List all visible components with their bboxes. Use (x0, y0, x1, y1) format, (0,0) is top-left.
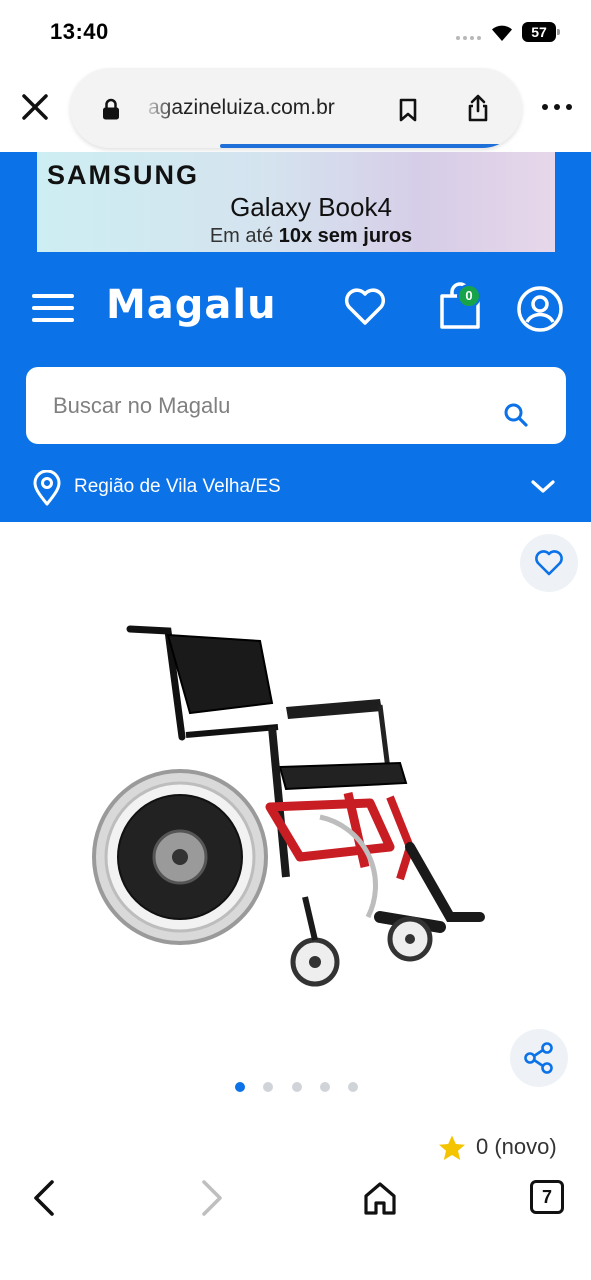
pagination-dot[interactable] (348, 1082, 358, 1092)
location-selector[interactable]: Região de Vila Velha/ES (0, 464, 591, 520)
search-icon[interactable] (503, 402, 529, 428)
share-icon[interactable] (466, 94, 490, 122)
favorite-button[interactable] (520, 534, 578, 592)
location-text: Região de Vila Velha/ES (74, 476, 281, 497)
status-bar: 13:40 57 (0, 0, 591, 66)
share-button[interactable] (510, 1029, 568, 1087)
magalu-logo[interactable]: Magalu (106, 282, 277, 328)
search-input[interactable] (53, 367, 483, 444)
browser-bottom-nav: 7 (0, 1162, 591, 1280)
browser-toolbar: agazineluiza.com.br (0, 66, 591, 152)
ad-area: SAMSUNG Galaxy Book4 Em até 10x sem juro… (0, 152, 591, 254)
star-icon (439, 1135, 465, 1160)
forward-icon[interactable] (196, 1178, 226, 1218)
bookmark-icon[interactable] (398, 98, 418, 122)
cellular-signal-icon (456, 36, 484, 42)
ad-banner[interactable]: SAMSUNG Galaxy Book4 Em até 10x sem juro… (37, 152, 555, 252)
share-icon (524, 1042, 553, 1074)
address-bar[interactable]: agazineluiza.com.br (70, 68, 522, 148)
pagination-dot[interactable] (320, 1082, 330, 1092)
back-icon[interactable] (30, 1178, 60, 1218)
rating-text: 0 (novo) (476, 1134, 557, 1159)
lock-icon (103, 98, 119, 120)
ad-tagline-prefix: Em até (209, 225, 279, 247)
ad-product: Galaxy Book4 (230, 192, 392, 222)
close-icon[interactable] (18, 90, 52, 124)
battery-level: 57 (522, 22, 556, 42)
ad-tagline: Em até 10x sem juros (37, 225, 555, 248)
heart-icon (535, 550, 563, 576)
battery-icon: 57 (522, 22, 560, 42)
ad-tagline-bold: 10x sem juros (278, 225, 413, 247)
location-pin-icon (33, 470, 61, 506)
image-pagination (230, 1082, 370, 1096)
heart-icon[interactable] (341, 282, 389, 330)
search-box[interactable] (26, 367, 566, 444)
product-image[interactable] (90, 617, 500, 1007)
pagination-dot-active[interactable] (235, 1082, 245, 1092)
home-icon[interactable] (362, 1180, 398, 1216)
more-icon[interactable] (540, 100, 574, 114)
pagination-dot[interactable] (292, 1082, 302, 1092)
tabs-icon[interactable]: 7 (530, 1180, 564, 1214)
menu-icon[interactable] (32, 292, 76, 324)
url-text[interactable]: agazineluiza.com.br (148, 96, 438, 122)
cart-count-badge: 0 (457, 284, 481, 308)
ad-brand: SAMSUNG (47, 160, 200, 190)
site-header: Magalu 0 Região de Vila Velha/ES (0, 254, 591, 522)
chevron-down-icon[interactable] (530, 478, 556, 496)
wifi-icon (492, 25, 512, 41)
account-icon[interactable] (515, 284, 565, 334)
status-time: 13:40 (50, 19, 109, 44)
pagination-dot[interactable] (263, 1082, 273, 1092)
page-load-indicator (220, 144, 522, 148)
page: 13:40 57 agazineluiza.com.br SAMSUNG Gal… (0, 0, 591, 1280)
product-gallery: 0 (novo) (0, 522, 591, 1162)
tabs-count: 7 (541, 1187, 552, 1207)
